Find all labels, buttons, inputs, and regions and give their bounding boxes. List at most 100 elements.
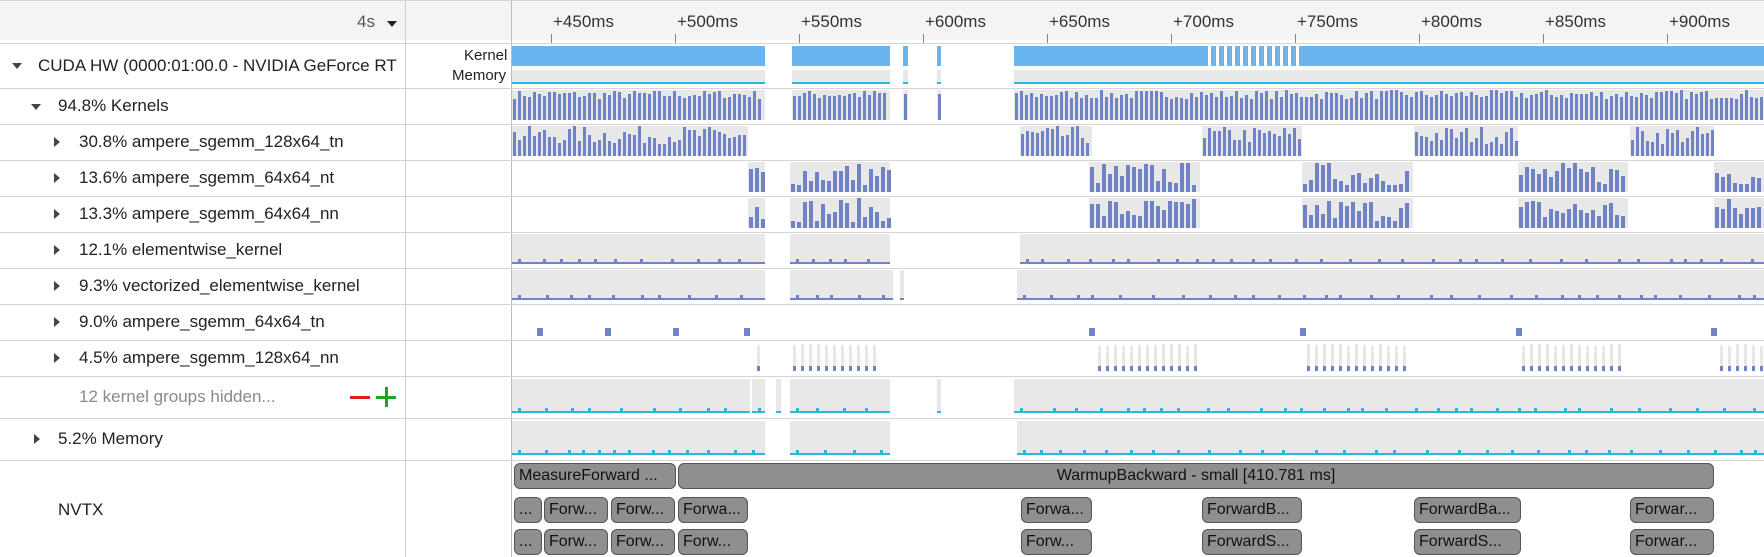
activity-bar: [638, 126, 641, 156]
activity-bar: [648, 94, 651, 120]
activity-bar: [523, 136, 526, 156]
activity-bar: [533, 92, 536, 120]
activity-bar: [793, 96, 796, 120]
kernel-gap: [1208, 46, 1211, 66]
lane-background: [752, 379, 765, 413]
memory-activity: [512, 82, 765, 84]
activity-bar: [1320, 99, 1323, 120]
activity-bar: [563, 93, 566, 120]
nvtx-range[interactable]: Forwa...: [1021, 497, 1092, 523]
kernel-marker: [1323, 366, 1326, 371]
activity-bar: [1385, 91, 1388, 120]
activity-bar: [1130, 98, 1133, 120]
activity-bar: [755, 168, 759, 192]
activity-bar: [1715, 207, 1719, 228]
activity-bar: [827, 181, 831, 192]
activity-tick: [652, 450, 655, 453]
lane-background: [1017, 270, 1764, 300]
nvtx-range[interactable]: Forw...: [611, 497, 675, 523]
activity-bar: [683, 98, 686, 120]
activity-tick: [1152, 450, 1155, 453]
activity-tick: [620, 408, 623, 411]
activity-bar: [1715, 173, 1719, 192]
nvtx-range[interactable]: ForwardB...: [1202, 497, 1302, 523]
activity-bar: [791, 184, 795, 192]
activity-bar: [583, 96, 586, 120]
nvtx-range[interactable]: Forw...: [611, 529, 675, 555]
nvtx-range[interactable]: ForwardBa...: [1414, 497, 1521, 523]
activity-tick: [1059, 450, 1062, 453]
activity-bar: [1045, 96, 1048, 120]
activity-bar: [558, 143, 561, 156]
kernel-marker: [537, 328, 543, 336]
activity-bar: [1126, 165, 1130, 192]
activity-bar: [1186, 163, 1190, 192]
activity-tick: [865, 408, 868, 411]
nvtx-range[interactable]: Forwar...: [1630, 497, 1714, 523]
nvtx-range[interactable]: ...: [514, 497, 542, 523]
activity-bar: [1561, 213, 1565, 228]
kernel-marker: [1562, 366, 1565, 371]
activity-tick: [1700, 259, 1703, 262]
activity-bar: [1519, 207, 1523, 228]
lane-background: [1020, 234, 1764, 264]
nvtx-range[interactable]: Forw...: [544, 497, 608, 523]
activity-bar: [1515, 141, 1518, 156]
activity-bar: [1040, 94, 1043, 120]
nvtx-range[interactable]: Forwa...: [678, 497, 748, 523]
activity-tick: [796, 450, 799, 453]
activity-tick: [1753, 408, 1756, 411]
activity-tick: [1564, 408, 1567, 411]
activity-bar: [1710, 99, 1713, 120]
lane-background: [512, 379, 750, 413]
kernel-marker: [1586, 366, 1589, 371]
activity-bar: [1440, 140, 1443, 156]
activity-bar: [1055, 95, 1058, 120]
activity-bar: [1615, 94, 1618, 120]
nvtx-range[interactable]: ForwardS...: [1414, 529, 1521, 555]
nvtx-range[interactable]: Forw...: [1021, 529, 1092, 555]
activity-tick: [1630, 450, 1633, 453]
nvtx-range[interactable]: ForwardS...: [1202, 529, 1302, 555]
activity-bar: [1543, 169, 1547, 192]
nvtx-range[interactable]: WarmupBackward - small [410.781 ms]: [678, 463, 1714, 489]
kernel-activity: [512, 46, 765, 66]
activity-bar: [1086, 143, 1089, 156]
activity-bar: [1168, 182, 1172, 192]
activity-tick: [1437, 408, 1440, 411]
activity-tick: [1252, 295, 1255, 298]
activity-bar: [1666, 129, 1669, 156]
activity-bar: [1646, 141, 1649, 156]
activity-bar: [1021, 134, 1024, 156]
activity-bar: [1144, 201, 1148, 228]
activity-line: [790, 262, 890, 264]
activity-bar: [827, 214, 831, 228]
nvtx-range[interactable]: MeasureForward ...: [514, 463, 676, 489]
activity-bar: [1425, 137, 1428, 156]
activity-bar: [1751, 177, 1755, 192]
activity-bar: [1215, 97, 1218, 120]
activity-bar: [1245, 95, 1248, 120]
activity-bar: [1387, 217, 1391, 228]
activity-tick: [1534, 408, 1537, 411]
activity-bar: [1605, 99, 1608, 120]
nvtx-range[interactable]: ...: [514, 529, 542, 555]
activity-bar: [749, 169, 753, 192]
nvtx-range[interactable]: Forwar...: [1630, 529, 1714, 555]
activity-bar: [1603, 184, 1607, 192]
activity-bar: [668, 137, 671, 156]
activity-bar: [1330, 93, 1333, 120]
nvtx-range[interactable]: Forw...: [678, 529, 748, 555]
activity-bar: [1531, 201, 1535, 228]
kernel-marker: [1170, 366, 1173, 371]
activity-bar: [643, 93, 646, 120]
activity-bar: [1621, 216, 1625, 228]
activity-bar: [613, 143, 616, 156]
activity-tick: [1282, 450, 1285, 453]
nvtx-range[interactable]: Forw...: [544, 529, 608, 555]
kernel-marker: [1363, 366, 1366, 371]
activity-bar: [1573, 204, 1577, 228]
activity-bar: [1333, 179, 1337, 192]
activity-bar: [1102, 164, 1106, 192]
activity-bar: [1580, 94, 1583, 120]
